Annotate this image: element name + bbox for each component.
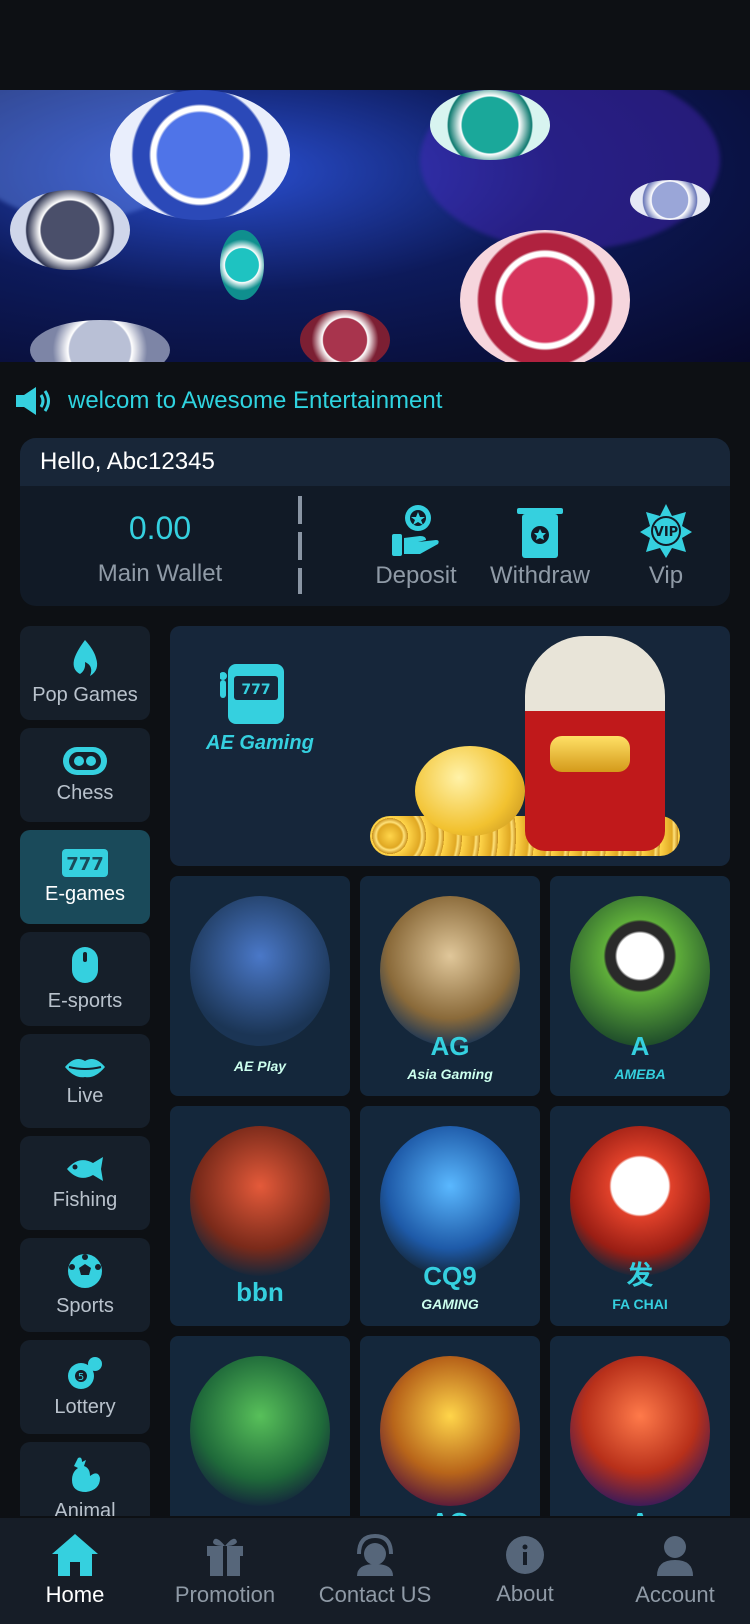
game-provider-label: A [550, 1507, 730, 1516]
game-provider-sublabel: GAMING [421, 1296, 479, 1312]
game-tile[interactable]: 发 FA CHAI [550, 1106, 730, 1326]
wallet-card: Hello, Abc12345 0.00 Main Wallet Deposit [20, 438, 730, 606]
game-tile[interactable]: CQ9 GAMING [360, 1106, 540, 1326]
gold-ingot-image [550, 736, 630, 772]
lips-icon [65, 1058, 105, 1077]
game-tile[interactable]: AG [360, 1336, 540, 1516]
poker-chip-image [30, 320, 170, 362]
app-screen: welcom to Awesome Entertainment Hello, A… [0, 0, 750, 1624]
deposit-button[interactable]: Deposit [356, 502, 476, 590]
game-provider-label: CQ9 [423, 1261, 477, 1291]
wallet-balance-label: Main Wallet [97, 560, 223, 587]
game-provider-label: bbn [236, 1277, 284, 1307]
poker-chip-image [460, 230, 630, 362]
poker-chip-image [10, 190, 130, 270]
gift-icon [207, 1538, 243, 1576]
status-bar [0, 0, 750, 90]
wallet-balance: 0.00 [128, 510, 192, 546]
tab-account[interactable]: Account [600, 1518, 750, 1624]
announcement-marquee[interactable]: welcom to Awesome Entertainment [16, 378, 734, 424]
divider [298, 496, 302, 594]
slot-machine-icon: 777 [220, 664, 284, 724]
game-tile[interactable] [170, 1336, 350, 1516]
greeting: Hello, Abc12345 [20, 438, 730, 486]
info-icon [506, 1536, 544, 1574]
game-provider-label: AG [360, 1507, 540, 1516]
bottom-tab-bar: Home Promotion Contact US About Account [0, 1518, 750, 1624]
category-e-sports[interactable]: E-sports [20, 932, 150, 1026]
game-provider-label: AE Play [233, 1058, 287, 1074]
game-tile[interactable]: AE Play [170, 876, 350, 1096]
mouse-icon [72, 946, 98, 983]
game-tile[interactable]: bbn [170, 1106, 350, 1326]
fish-icon [67, 1156, 103, 1181]
game-grid: AE Play AG Asia Gaming A AMEBA bbn CQ9 G… [170, 876, 730, 1516]
deposit-label: Deposit [375, 562, 457, 589]
vip-label: Vip [648, 562, 684, 589]
category-lottery[interactable]: 5 Lottery [20, 1340, 150, 1434]
category-animal[interactable]: Animal [20, 1442, 150, 1516]
category-live[interactable]: Live [20, 1034, 150, 1128]
tab-home[interactable]: Home [0, 1518, 150, 1624]
category-chess[interactable]: Chess [20, 728, 150, 822]
tab-about[interactable]: About [450, 1518, 600, 1624]
game-tile[interactable]: A [550, 1336, 730, 1516]
slot-777-icon: 777 [62, 848, 108, 877]
home-icon [52, 1534, 98, 1576]
banner-brand: AE Gaming [206, 732, 314, 754]
golden-pig-image [415, 746, 525, 836]
withdraw-button[interactable]: Withdraw [480, 502, 600, 590]
poker-chip-image [630, 180, 710, 220]
game-provider-sublabel: Asia Gaming [407, 1066, 493, 1082]
poker-chip-image [430, 90, 550, 160]
withdraw-card-icon [517, 508, 563, 558]
withdraw-label: Withdraw [489, 562, 591, 589]
game-tile[interactable]: AG Asia Gaming [360, 876, 540, 1096]
poker-chip-image [110, 90, 290, 220]
svg-text:777: 777 [241, 682, 270, 698]
poker-chip-image [300, 310, 390, 362]
speaker-icon [16, 387, 50, 415]
vip-button[interactable]: VIP Vip [606, 502, 726, 590]
headset-agent-icon [357, 1534, 393, 1576]
poker-chip-image [220, 230, 264, 300]
vip-badge-icon: VIP [640, 504, 692, 558]
tab-promotion[interactable]: Promotion [150, 1518, 300, 1624]
game-tile[interactable]: A AMEBA [550, 876, 730, 1096]
category-sports[interactable]: Sports [20, 1238, 150, 1332]
slot-digits: 777 [66, 854, 104, 875]
category-fishing[interactable]: Fishing [20, 1136, 150, 1230]
game-provider-label: 发 [626, 1260, 653, 1290]
svg-text:VIP: VIP [654, 525, 678, 540]
deposit-hand-icon [392, 505, 439, 556]
hero-banner[interactable] [0, 90, 750, 362]
category-pop-games[interactable]: Pop Games [20, 626, 150, 720]
game-provider-label: AG [430, 1031, 470, 1061]
category-sidebar: Pop Games Chess 777 E-games E-sports Liv… [20, 626, 150, 1516]
marquee-text: welcom to Awesome Entertainment [68, 387, 443, 414]
game-provider-sublabel: AMEBA [614, 1066, 666, 1082]
game-provider-sublabel: FA CHAI [612, 1296, 668, 1312]
cards-icon [63, 746, 107, 775]
lottery-balls-icon: 5 [68, 1356, 102, 1389]
game-provider-label: A [630, 1031, 650, 1061]
tab-contact-us[interactable]: Contact US [300, 1518, 450, 1624]
soccer-ball-icon [68, 1253, 102, 1288]
fire-icon [73, 639, 98, 676]
rooster-icon [72, 1457, 100, 1492]
svg-text:5: 5 [78, 1372, 84, 1383]
category-e-games[interactable]: 777 E-games [20, 830, 150, 924]
game-content: 777 AE Gaming AE Play AG Asia Gaming A A… [170, 626, 730, 1516]
user-icon [657, 1536, 693, 1576]
provider-banner[interactable]: 777 AE Gaming [170, 626, 730, 866]
